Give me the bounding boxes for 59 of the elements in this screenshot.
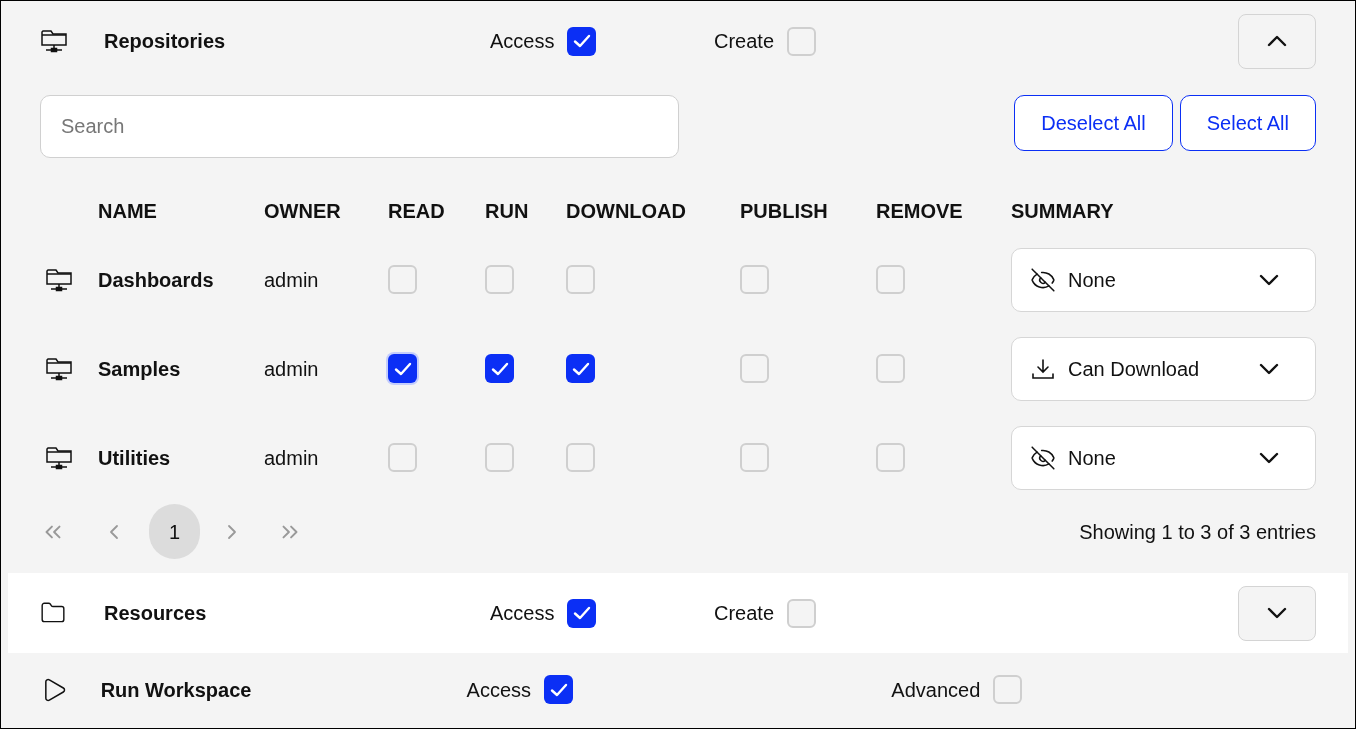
page-button[interactable]: 1 xyxy=(149,504,200,559)
entries-summary: Showing 1 to 3 of 3 entries xyxy=(1079,519,1316,545)
summary-select[interactable]: None xyxy=(1011,247,1316,312)
option-label: Access xyxy=(490,29,555,54)
checkbox[interactable] xyxy=(485,443,514,472)
checkbox[interactable] xyxy=(485,354,514,383)
section-title: Repositories xyxy=(104,29,227,54)
eye-off-icon xyxy=(1030,444,1056,471)
checkbox[interactable] xyxy=(485,265,514,294)
checkbox[interactable] xyxy=(740,265,769,294)
repository-name: Dashboards xyxy=(98,267,215,293)
checkbox[interactable] xyxy=(787,26,817,56)
selection-button[interactable]: Deselect All xyxy=(1014,95,1173,151)
checkbox[interactable] xyxy=(876,265,905,294)
selection-button[interactable]: Select All xyxy=(1179,95,1316,151)
collapse-toggle-button[interactable] xyxy=(1238,13,1316,69)
checkbox[interactable] xyxy=(876,354,905,383)
network-folder-icon xyxy=(45,266,73,293)
column-header: NAME xyxy=(98,199,158,224)
checkbox[interactable] xyxy=(567,598,597,628)
repository-name: Utilities xyxy=(98,445,172,471)
checkbox[interactable] xyxy=(544,675,574,704)
network-folder-icon xyxy=(40,28,68,54)
checkbox[interactable] xyxy=(787,598,817,628)
checkbox[interactable] xyxy=(993,675,1023,704)
section-title: Resources xyxy=(104,601,208,626)
checkbox[interactable] xyxy=(566,265,595,294)
checkbox[interactable] xyxy=(566,443,595,472)
section-title: Run Workspace xyxy=(100,677,253,703)
checkbox[interactable] xyxy=(740,443,769,472)
column-header: OWNER xyxy=(264,199,342,224)
repository-name: Samples xyxy=(98,356,182,382)
column-header: RUN xyxy=(485,199,530,224)
eye-off-icon xyxy=(1030,266,1056,293)
option-label: Access xyxy=(490,601,555,626)
option-label: Access xyxy=(466,677,532,703)
column-header: DOWNLOAD xyxy=(566,199,687,224)
collapse-toggle-button[interactable] xyxy=(1238,585,1316,641)
checkbox[interactable] xyxy=(388,443,417,472)
checkbox[interactable] xyxy=(567,26,597,56)
option-label: Create xyxy=(714,601,775,626)
option-label: Advanced xyxy=(891,677,981,703)
column-header: SUMMARY xyxy=(1011,199,1115,224)
column-header: PUBLISH xyxy=(740,199,829,224)
checkbox[interactable] xyxy=(566,354,595,383)
summary-select[interactable]: None xyxy=(1011,425,1316,490)
owner-cell-text: admin xyxy=(264,445,320,471)
checkbox[interactable] xyxy=(388,265,417,294)
network-folder-icon xyxy=(45,444,73,471)
checkbox[interactable] xyxy=(876,443,905,472)
network-folder-icon xyxy=(45,355,73,382)
summary-select[interactable]: Can Download xyxy=(1011,336,1316,401)
column-header: REMOVE xyxy=(876,199,964,224)
column-header: READ xyxy=(388,199,446,224)
owner-cell-text: admin xyxy=(264,267,320,293)
checkbox[interactable] xyxy=(740,354,769,383)
owner-cell-text: admin xyxy=(264,356,320,382)
search-field[interactable]: Search xyxy=(40,95,679,158)
option-label: Create xyxy=(714,29,775,54)
